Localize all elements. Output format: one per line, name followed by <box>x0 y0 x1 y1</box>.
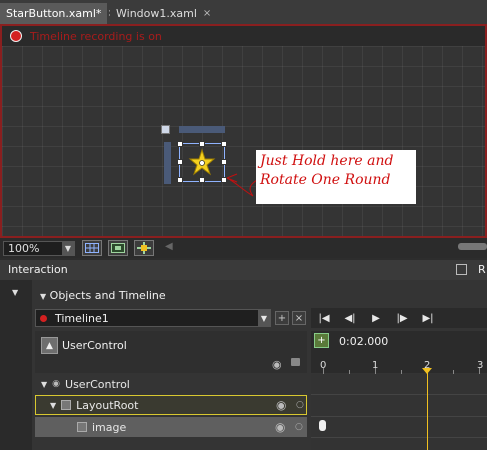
snap-icon <box>137 242 151 254</box>
tree-item-image[interactable]: image ◉ ○ <box>35 417 307 437</box>
add-timeline-button[interactable]: + <box>275 311 289 325</box>
track-divider <box>311 437 487 438</box>
recording-status-text: Timeline recording is on <box>30 29 162 43</box>
ruler-label: 3 <box>477 360 484 371</box>
zoom-select[interactable]: 100% ▼ <box>3 241 75 256</box>
eye-icon[interactable]: ◉ <box>275 420 285 434</box>
scope-up-icon[interactable]: ▲ <box>41 337 58 354</box>
track-divider <box>311 416 487 417</box>
tree-item-label: image <box>92 420 127 434</box>
interaction-panel-header <box>0 260 487 280</box>
scope-title: UserControl <box>62 339 127 352</box>
results-tab[interactable]: R <box>478 263 486 276</box>
first-frame-button[interactable]: |◀ <box>311 310 337 326</box>
section-title: Objects and Timeline <box>49 289 166 302</box>
scroll-left-icon[interactable]: ◀ <box>165 241 173 252</box>
horizontal-scrollbar-thumb[interactable] <box>458 243 487 250</box>
tab-label: Window1.xaml <box>116 7 197 20</box>
annotation-callout: Just Hold here and Rotate One Round <box>256 150 416 204</box>
grid-icon[interactable] <box>161 125 170 134</box>
playback-controls: |◀ ◀| ▶ |▶ ▶| <box>311 308 487 328</box>
callout-line: Rotate One Round <box>260 172 391 188</box>
snap-toggle-button[interactable] <box>134 240 154 256</box>
last-frame-button[interactable]: ▶| <box>415 310 441 326</box>
tree-item-label: UserControl <box>65 377 130 391</box>
image-icon <box>77 422 87 432</box>
lock-toggle-icon[interactable]: ○ <box>296 400 304 410</box>
lock-toggle-icon[interactable]: ○ <box>295 422 303 432</box>
recording-banner: Timeline recording is on <box>2 26 485 46</box>
scope-header <box>35 331 307 373</box>
triggers-strip <box>0 280 33 450</box>
expand-icon: ▼ <box>40 292 47 301</box>
playhead-handle[interactable] <box>422 368 432 374</box>
timeline-select[interactable]: Timeline1 ▼ <box>35 309 271 327</box>
eye-icon[interactable]: ◉ <box>272 358 282 371</box>
playhead-line[interactable] <box>427 368 428 450</box>
timeline-name: Timeline1 <box>55 311 109 325</box>
artboard[interactable] <box>0 24 487 238</box>
expand-icon[interactable]: ▼ <box>50 401 56 410</box>
lock-icon[interactable] <box>291 358 300 366</box>
record-icon <box>40 314 47 322</box>
popout-icon[interactable] <box>456 264 467 275</box>
play-button[interactable]: ▶ <box>363 310 389 326</box>
star-icon <box>188 148 216 176</box>
previous-frame-button[interactable]: ◀| <box>337 310 363 326</box>
tree-item-label: LayoutRoot <box>76 398 139 412</box>
grid-icon <box>85 243 99 253</box>
record-icon[interactable] <box>10 30 22 42</box>
grid-view-button[interactable] <box>82 240 102 256</box>
vertical-grid-ruler[interactable] <box>164 142 171 184</box>
tab-window1-xaml[interactable]: Window1.xaml × <box>110 3 211 24</box>
objects-timeline-title[interactable]: ▼ Objects and Timeline <box>40 289 166 302</box>
track-divider <box>311 394 487 395</box>
grid-icon <box>61 400 72 410</box>
screen-icon <box>111 243 125 253</box>
zoom-value: 100% <box>8 242 40 255</box>
chevron-down-icon[interactable]: ▼ <box>62 242 74 255</box>
tree-item-usercontrol[interactable]: ▼ ◉ UserControl <box>35 374 307 394</box>
close-timeline-button[interactable]: × <box>292 311 306 325</box>
expand-icon[interactable]: ▼ <box>41 380 47 389</box>
eye-icon[interactable]: ◉ <box>52 379 60 389</box>
current-time: 0:02.000 <box>339 335 389 348</box>
record-keyframe-button[interactable]: + <box>314 333 329 348</box>
selected-star-element[interactable] <box>177 141 227 183</box>
tab-label: StarButton.xaml* <box>6 7 102 20</box>
close-icon[interactable]: × <box>203 8 211 19</box>
timeline-ruler <box>311 331 487 373</box>
eye-icon[interactable]: ◉ <box>276 398 286 412</box>
callout-line: Just Hold here and <box>260 153 394 169</box>
collapse-icon[interactable]: ▼ <box>12 288 18 297</box>
keyframe-marker[interactable] <box>319 420 326 431</box>
panel-title: Interaction <box>8 263 68 276</box>
effects-toggle-button[interactable] <box>108 240 128 256</box>
next-frame-button[interactable]: |▶ <box>389 310 415 326</box>
horizontal-grid-ruler[interactable] <box>179 126 225 133</box>
timeline-track-area[interactable] <box>311 374 487 450</box>
chevron-down-icon[interactable]: ▼ <box>258 310 270 326</box>
tab-starbutton-xaml[interactable]: StarButton.xaml* × <box>0 3 116 24</box>
tree-item-layoutroot[interactable]: ▼ LayoutRoot ◉ ○ <box>35 395 307 415</box>
